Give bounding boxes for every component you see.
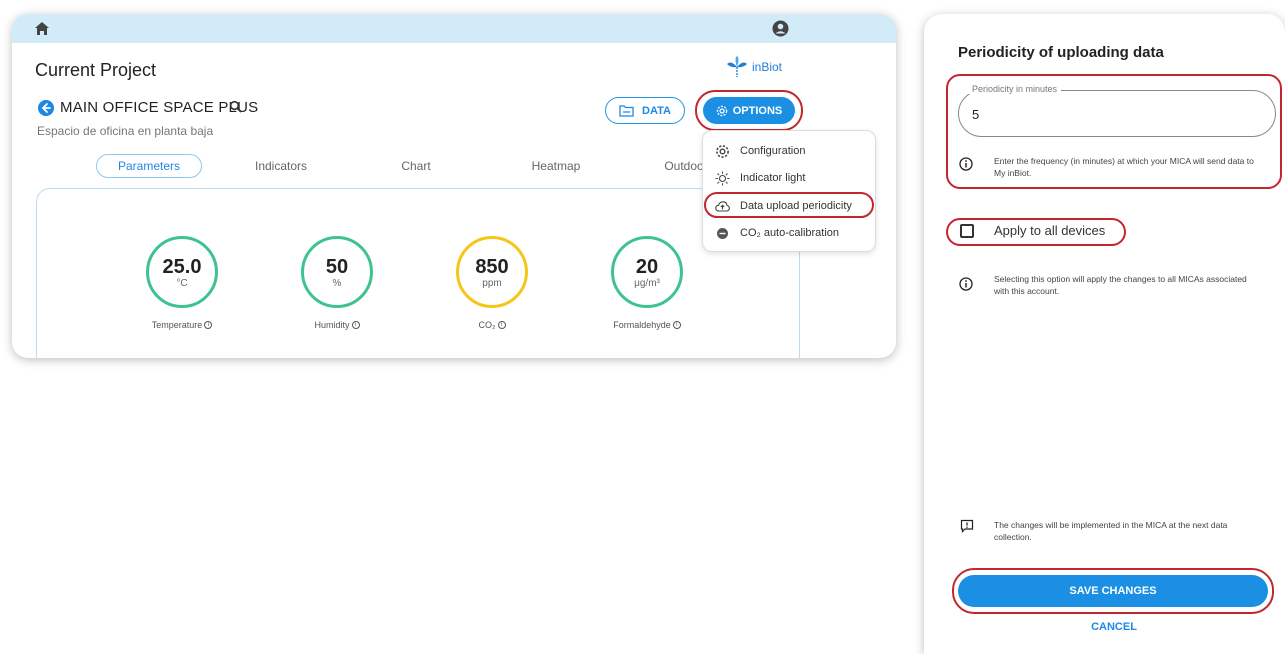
gauge-label-text: Temperature bbox=[151, 320, 203, 330]
tab-parameters[interactable]: Parameters bbox=[96, 154, 202, 178]
gauge-unit: % bbox=[332, 277, 342, 289]
gauge-unit: ppm bbox=[482, 277, 502, 289]
temperature-label: Temperature i bbox=[127, 320, 237, 330]
gauge-label-text: CO₂ bbox=[478, 320, 496, 330]
field-hint: Enter the frequency (in minutes) at whic… bbox=[994, 156, 1254, 178]
cancel-button[interactable]: CANCEL bbox=[924, 621, 1285, 633]
options-button[interactable]: OPTIONS bbox=[703, 97, 795, 124]
apply-all-label[interactable]: Apply to all devices bbox=[994, 223, 1105, 238]
info-icon bbox=[959, 157, 973, 171]
formaldehyde-label: Formaldehyde i bbox=[592, 320, 702, 330]
gauge-value: 20 bbox=[635, 255, 659, 278]
panel-title: Periodicity of uploading data bbox=[958, 44, 1164, 61]
device-description: Espacio de oficina en planta baja bbox=[37, 124, 214, 138]
gauge-value: 850 bbox=[475, 255, 509, 278]
options-button-label: OPTIONS bbox=[732, 104, 783, 117]
data-button-label: DATA bbox=[642, 104, 671, 117]
back-arrow-icon[interactable] bbox=[38, 100, 54, 116]
page-title: Current Project bbox=[35, 60, 157, 80]
periodicity-panel: Periodicity of uploading data Periodicit… bbox=[924, 14, 1285, 654]
search-icon[interactable] bbox=[229, 100, 243, 114]
leaf-logo-icon bbox=[727, 56, 747, 77]
gauge-unit: °C bbox=[176, 277, 188, 289]
logo-text: inBiot bbox=[752, 60, 783, 74]
data-button[interactable]: DATA bbox=[605, 97, 685, 124]
info-icon[interactable]: i bbox=[204, 321, 213, 329]
co2-badge-icon bbox=[717, 227, 728, 239]
periodicity-input[interactable] bbox=[972, 107, 1252, 122]
sun-icon bbox=[715, 171, 730, 185]
temperature-gauge: 25.0 °C bbox=[146, 236, 218, 308]
menu-item-indicator-light[interactable]: Indicator light bbox=[715, 168, 805, 188]
gauge-label-text: Formaldehyde bbox=[613, 320, 671, 330]
tab-indicators[interactable]: Indicators bbox=[241, 154, 321, 178]
folder-icon bbox=[619, 105, 634, 117]
highlight-ring-upload bbox=[704, 192, 874, 218]
menu-item-label: CO₂ auto-calibration bbox=[740, 227, 840, 239]
tab-chart[interactable]: Chart bbox=[386, 154, 446, 178]
co2-label: CO₂ i bbox=[437, 320, 547, 330]
menu-item-label: Configuration bbox=[740, 145, 806, 157]
tab-heatmap[interactable]: Heatmap bbox=[516, 154, 596, 178]
account-icon[interactable] bbox=[772, 20, 789, 37]
options-menu: Configuration Indicator light Data uploa… bbox=[702, 130, 876, 252]
apply-hint: Selecting this option will apply the cha… bbox=[994, 274, 1247, 296]
change-notice: The changes will be implemented in the M… bbox=[994, 520, 1228, 542]
gear-icon bbox=[716, 144, 729, 158]
info-icon[interactable]: i bbox=[351, 321, 360, 329]
apply-all-checkbox[interactable] bbox=[960, 224, 974, 238]
periodicity-field-label: Periodicity in minutes bbox=[968, 84, 1062, 94]
menu-item-configuration[interactable]: Configuration bbox=[715, 141, 805, 161]
menu-item-co2-auto-calibration[interactable]: CO₂ auto-calibration bbox=[715, 223, 839, 243]
top-bar bbox=[12, 14, 896, 43]
gear-icon bbox=[716, 105, 727, 116]
gauge-value: 50 bbox=[325, 255, 349, 278]
feedback-icon bbox=[960, 519, 974, 533]
humidity-label: Humidity i bbox=[282, 320, 392, 330]
gauge-value: 25.0 bbox=[162, 255, 202, 278]
info-icon bbox=[959, 277, 973, 291]
humidity-gauge: 50 % bbox=[301, 236, 373, 308]
save-changes-button[interactable]: SAVE CHANGES bbox=[958, 575, 1268, 607]
tab-bar: Parameters Indicators Chart Heatmap Outd… bbox=[96, 154, 736, 178]
inbiot-logo: inBiot bbox=[726, 56, 782, 78]
info-icon[interactable]: i bbox=[672, 321, 681, 329]
info-icon[interactable]: i bbox=[497, 321, 506, 329]
gauge-unit: μg/m³ bbox=[634, 277, 660, 289]
gauge-label-text: Humidity bbox=[314, 320, 350, 330]
home-icon[interactable] bbox=[34, 21, 50, 36]
menu-item-label: Indicator light bbox=[740, 172, 806, 184]
app-window: Current Project inBiot MAIN OFFICE SPACE… bbox=[12, 14, 896, 358]
formaldehyde-gauge: 20 μg/m³ bbox=[611, 236, 683, 308]
co2-gauge: 850 ppm bbox=[456, 236, 528, 308]
